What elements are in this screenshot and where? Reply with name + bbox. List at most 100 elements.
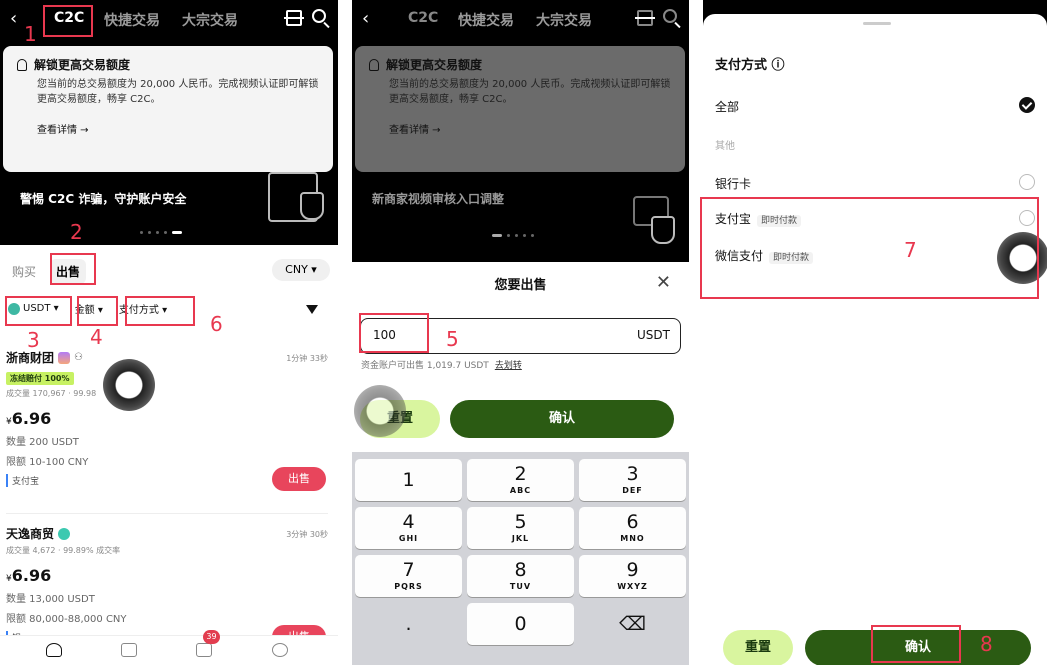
available-text: 资金账户可出售 1,019.7 USDT <box>361 361 489 371</box>
back-icon[interactable]: ‹ <box>362 8 369 29</box>
lightbulb-icon <box>369 58 379 71</box>
carousel-dots <box>492 234 534 237</box>
limit-tip-card: 解锁更高交易额度 您当前的总交易额度为 20,000 人民币。完成视频认证即可解… <box>3 46 333 172</box>
sheet-title: 支付方式 ⓘ <box>715 58 785 73</box>
key-7[interactable]: 7 PQRS <box>355 555 462 597</box>
key-1[interactable]: 1 <box>355 459 462 501</box>
annotation-box-6 <box>125 296 195 326</box>
amount-unit: USDT <box>637 328 670 342</box>
buy-tab[interactable]: 购买 <box>6 259 42 284</box>
annotation-box-7 <box>700 197 1039 299</box>
verified-badge-icon <box>58 527 71 540</box>
filter-funnel-icon[interactable] <box>306 305 318 314</box>
annotation-label-7: 7 <box>904 238 917 262</box>
video-review-icon <box>633 196 675 244</box>
tab-block-trade[interactable]: 大宗交易 <box>536 10 592 30</box>
tab-c2c[interactable]: C2C <box>408 10 438 26</box>
key-dot[interactable]: . <box>355 603 462 645</box>
checkmark-icon[interactable] <box>1019 97 1035 113</box>
profile-nav-icon[interactable] <box>272 643 288 657</box>
unit-price: 6.96 <box>11 566 52 585</box>
lightbulb-icon <box>17 58 27 71</box>
key-digit: 8 <box>514 559 527 581</box>
banner-text[interactable]: 新商家视频审核入口调整 <box>372 190 504 207</box>
key-letters: DEF <box>622 486 643 495</box>
key-5[interactable]: 5 JKL <box>467 507 574 549</box>
tip-title: 解锁更高交易额度 <box>386 58 483 72</box>
back-icon[interactable]: ‹ <box>10 8 17 29</box>
chat-nav-icon[interactable] <box>196 643 212 657</box>
transfer-link[interactable]: 去划转 <box>495 361 522 371</box>
annotation-label-4: 4 <box>90 325 103 349</box>
key-letters: TUV <box>509 582 532 591</box>
key-digit: 3 <box>626 463 639 485</box>
reset-button[interactable]: 重置 <box>723 630 793 665</box>
other-section-label: 其他 <box>715 141 735 152</box>
divider <box>6 513 328 514</box>
close-icon[interactable]: ✕ <box>656 272 671 293</box>
touch-indicator <box>354 385 406 437</box>
key-backspace-icon[interactable]: ⌫ <box>579 603 686 645</box>
scan-icon[interactable] <box>284 10 304 26</box>
key-digit: ⌫ <box>619 613 646 635</box>
annotation-box-2 <box>50 253 96 285</box>
people-icon: ⚇ <box>74 352 83 363</box>
sell-button[interactable]: 出售 <box>272 467 326 491</box>
key-0[interactable]: 0 <box>467 603 574 645</box>
key-4[interactable]: 4 GHI <box>355 507 462 549</box>
annotation-label-5: 5 <box>446 327 459 351</box>
escrow-tag: 冻结赔付 100% <box>6 372 74 385</box>
search-icon[interactable] <box>663 9 677 23</box>
annotation-label-1: 1 <box>24 22 37 46</box>
sheet-title: 您要出售 <box>494 278 547 293</box>
key-letters: WXYZ <box>617 582 648 591</box>
key-9[interactable]: 9 WXYZ <box>579 555 686 597</box>
annotation-box-4 <box>77 296 118 326</box>
tip-description: 您当前的总交易额度为 20,000 人民币。完成视频认证即可解锁更高交易额度，畅… <box>37 79 319 105</box>
header-area: ‹ C2C 快捷交易 大宗交易 解锁更高交易额度 您当前的总交易额度为 20,0… <box>352 0 689 262</box>
confirm-button[interactable]: 确认 <box>450 400 674 438</box>
key-8[interactable]: 8 TUV <box>467 555 574 597</box>
merchant-name[interactable]: 天逸商贸 <box>6 525 54 542</box>
carousel-dots <box>140 231 182 234</box>
key-letters: MNO <box>620 534 645 543</box>
key-digit: 2 <box>514 463 527 485</box>
fiat-currency-select[interactable]: CNY ▾ <box>272 259 330 281</box>
option-all[interactable]: 全部 <box>715 98 739 115</box>
merchant-stats: 成交量 4,672 · 99.89% 成交率 <box>6 546 121 555</box>
key-letters: GHI <box>398 534 419 543</box>
drag-handle[interactable] <box>863 22 891 25</box>
view-details-link[interactable]: 查看详情 → <box>389 121 673 136</box>
c2c-market-screen: ‹ C2C 快捷交易 大宗交易 解锁更高交易额度 您当前的总交易额度为 20,0… <box>0 0 338 665</box>
option-bank-card[interactable]: 银行卡 <box>715 175 751 192</box>
key-letters: JKL <box>511 534 530 543</box>
verified-badge-icon <box>58 351 71 364</box>
message-count-badge: 39 <box>203 630 220 644</box>
numeric-keypad: 1 2 ABC 3 DEF 4 GHI 5 JKL 6 MNO 7 PQRS 8 TUV 9 WXYZ. 0 ⌫ <box>352 452 689 665</box>
shield-document-icon <box>268 172 324 222</box>
release-time: 1分钟 33秒 <box>286 354 328 363</box>
people-nav-icon[interactable] <box>46 643 62 657</box>
key-2[interactable]: 2 ABC <box>467 459 574 501</box>
tab-block-trade[interactable]: 大宗交易 <box>182 10 238 30</box>
key-digit: 7 <box>402 559 415 581</box>
search-icon[interactable] <box>312 9 326 23</box>
view-details-link[interactable]: 查看详情 → <box>37 121 321 136</box>
offer-card: 浙商财团 ⚇ 1分钟 33秒 冻结赔付 100% 成交量 170,967 · 99… <box>6 349 328 491</box>
unit-price: 6.96 <box>11 409 52 428</box>
key-letters: PQRS <box>394 582 423 591</box>
bottom-nav: 39 <box>0 630 338 665</box>
key-digit: 1 <box>402 469 415 491</box>
bank-card-radio[interactable] <box>1019 174 1035 190</box>
scan-icon[interactable] <box>635 10 655 26</box>
tab-quick-trade[interactable]: 快捷交易 <box>104 10 160 30</box>
banner-text[interactable]: 警惕 C2C 诈骗，守护账户安全 <box>20 190 186 207</box>
payment-method-sheet: 支付方式 ⓘ 全部 其他 银行卡 支付宝 即时付款 微信支付 即时付款 重置 确认 <box>703 14 1047 665</box>
limit: 限额 10-100 CNY <box>6 457 89 468</box>
orders-nav-icon[interactable] <box>121 643 137 657</box>
key-3[interactable]: 3 DEF <box>579 459 686 501</box>
annotation-label-8: 8 <box>980 632 993 656</box>
key-6[interactable]: 6 MNO <box>579 507 686 549</box>
tab-quick-trade[interactable]: 快捷交易 <box>458 10 514 30</box>
payment-method-screen: 支付方式 ⓘ 全部 其他 银行卡 支付宝 即时付款 微信支付 即时付款 重置 确认 <box>703 0 1047 665</box>
